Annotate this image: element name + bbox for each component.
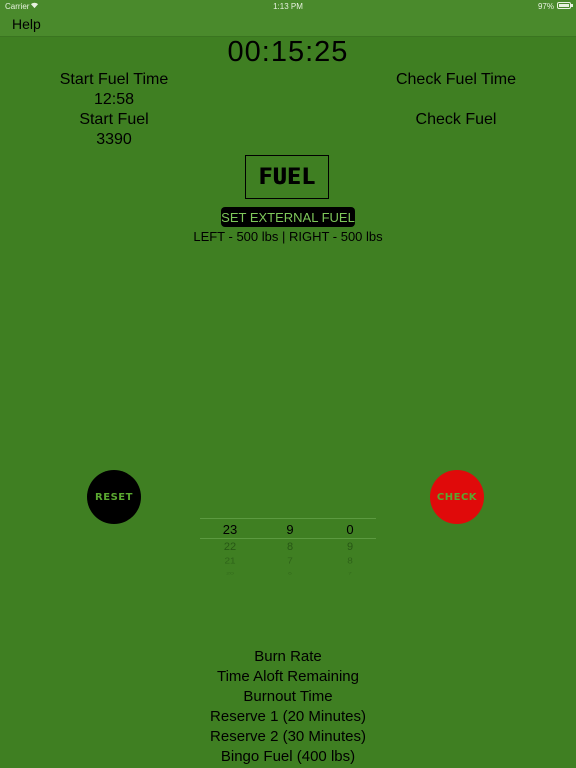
external-fuel-text: LEFT - 500 lbs | RIGHT - 500 lbs [193,229,383,244]
picker-option: 22 [223,541,237,553]
navigation-bar: Help [0,12,576,37]
start-fuel-time-label: Start Fuel Time [59,71,169,88]
reserve-1-label: Reserve 1 (20 Minutes) [210,708,366,725]
fuel-logo: FUEL [245,155,329,199]
burnout-time-label: Burnout Time [243,688,333,705]
picker-option: 7 [348,571,352,576]
check-fuel-label: Check Fuel [415,111,497,128]
battery-icon [557,2,573,9]
start-fuel-label: Start Fuel [79,111,149,128]
picker-option: 8 [286,541,294,553]
picker-option: 9 [346,541,354,553]
status-bar: Carrier 1:13 PM 97% [0,0,576,12]
fuel-picker[interactable]: 23 22 21 20 9 8 7 6 0 9 8 7 [200,516,376,576]
battery-percentage: 97% [537,2,554,11]
reset-button[interactable]: RESET [87,470,141,524]
check-fuel-time-label: Check Fuel Time [395,71,517,88]
picker-option: 20 [226,571,234,576]
burn-rate-label: Burn Rate [254,648,322,665]
picker-selected-value: 0 [346,522,354,537]
picker-selected-value: 9 [286,522,294,537]
picker-option: 6 [288,571,292,576]
check-button[interactable]: CHECK [430,470,484,524]
help-button[interactable]: Help [12,16,41,32]
time-aloft-remaining-label: Time Aloft Remaining [216,668,359,685]
start-fuel-time-value: 12:58 [93,91,135,108]
fuel-logo-text: FUEL [258,164,316,190]
start-fuel-value: 3390 [96,131,132,148]
picker-top-divider [200,518,376,519]
set-external-fuel-button[interactable]: SET EXTERNAL FUEL [221,207,355,227]
picker-bottom-divider [200,538,376,539]
status-time: 1:13 PM [273,2,303,11]
picker-option: 7 [287,556,293,567]
elapsed-timer: 00:15:25 [227,36,349,68]
picker-selected-value: 23 [222,522,238,537]
bingo-fuel-label: Bingo Fuel (400 lbs) [220,748,356,765]
reserve-2-label: Reserve 2 (30 Minutes) [210,728,366,745]
picker-option: 21 [224,556,236,567]
picker-option: 8 [347,556,353,567]
